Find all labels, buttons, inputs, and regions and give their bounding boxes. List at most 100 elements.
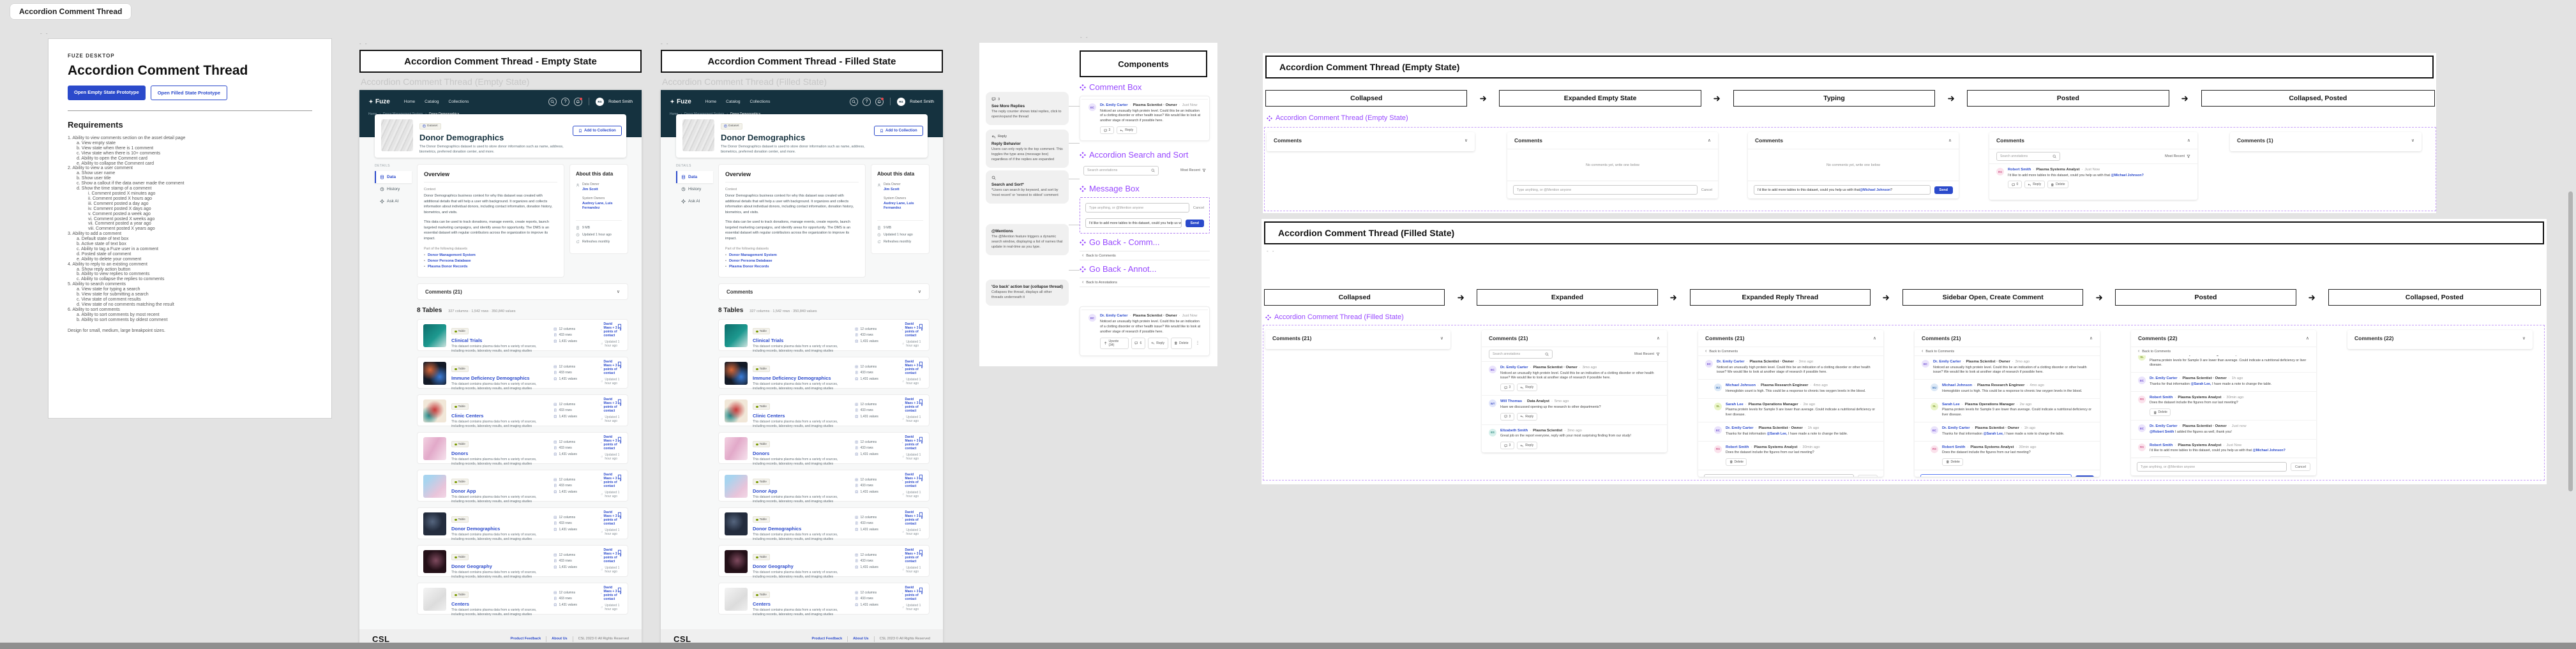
nav-link[interactable]: Home bbox=[404, 100, 415, 104]
message-input[interactable]: Type anything, or @Mention anyone bbox=[1513, 185, 1698, 195]
send-button[interactable]: Send bbox=[1186, 220, 1204, 227]
table-name-link[interactable]: Clinical Trials bbox=[451, 338, 548, 343]
notifications-button[interactable] bbox=[574, 98, 582, 106]
sidebar-item[interactable]: Ask AI bbox=[676, 195, 713, 207]
back-to-comments-bar[interactable]: ‹ Back to Comments bbox=[1080, 251, 1210, 260]
table-name-link[interactable]: Clinic Centers bbox=[451, 413, 548, 419]
bookmark-icon[interactable] bbox=[617, 436, 622, 442]
footer-link[interactable]: Product Feedback bbox=[811, 637, 842, 641]
reply-count-button[interactable]: 3 bbox=[1500, 384, 1514, 391]
sort-control[interactable]: Most Recent bbox=[1634, 352, 1660, 356]
comments-accordion-header[interactable]: Comments (21) ∨ bbox=[417, 283, 628, 300]
sort-control[interactable]: Most Recent bbox=[1180, 168, 1206, 172]
message-input-typed[interactable]: I'd like to add more tables to this data… bbox=[1085, 218, 1182, 228]
sidebar-item[interactable]: Data bbox=[676, 171, 713, 183]
bookmark-icon[interactable] bbox=[617, 474, 622, 480]
comments-accordion-header[interactable]: Comments (1) ∨ bbox=[2230, 132, 2422, 149]
table-card[interactable]: Table Donor App This dataset contains pl… bbox=[718, 470, 930, 502]
table-card[interactable]: Table Donors This dataset contains plasm… bbox=[718, 432, 930, 464]
sidebar-item[interactable]: History bbox=[375, 183, 412, 195]
table-name-link[interactable]: Donor Geography bbox=[753, 563, 850, 569]
message-input-active[interactable] bbox=[1920, 474, 2072, 477]
reply-button[interactable]: Reply bbox=[1517, 384, 1537, 391]
nav-link[interactable]: Collections bbox=[449, 100, 469, 104]
back-to-comments-bar[interactable]: ‹ Back to Comments bbox=[1698, 347, 1883, 355]
comment-author[interactable]: Michael Johnson bbox=[1942, 384, 1972, 387]
comment-author[interactable]: Will Thomas bbox=[1500, 399, 1522, 403]
related-dataset-link[interactable]: Plasma Donor Records bbox=[428, 265, 468, 269]
sidebar-item[interactable]: Ask AI bbox=[375, 195, 412, 207]
footer-link[interactable]: About Us bbox=[853, 637, 868, 641]
data-owner-link[interactable]: Jim Scott bbox=[582, 188, 622, 193]
system-owners-link[interactable]: Audrey Lane, Luis Fernandez bbox=[582, 202, 622, 211]
bookmark-icon[interactable] bbox=[918, 587, 924, 593]
related-dataset-link[interactable]: Donor Persona Database bbox=[729, 259, 772, 263]
table-name-link[interactable]: Donor Demographics bbox=[753, 526, 850, 532]
reply-count-button[interactable]: 3 bbox=[1500, 442, 1514, 449]
table-card[interactable]: Table Donor App This dataset contains pl… bbox=[417, 470, 628, 502]
comment-author[interactable]: Sarah Lee bbox=[1942, 403, 1960, 407]
table-card[interactable]: Table Donor Geography This dataset conta… bbox=[718, 545, 930, 577]
cancel-button[interactable]: Cancel bbox=[1858, 475, 1878, 477]
table-card[interactable]: Table Donor Demographics This dataset co… bbox=[718, 507, 930, 539]
table-card[interactable]: Table Centers This dataset contains plas… bbox=[417, 583, 628, 615]
fuze-logo[interactable]: Fuze bbox=[368, 98, 390, 105]
nav-link[interactable]: Catalog bbox=[425, 100, 439, 104]
bookmark-icon[interactable] bbox=[617, 361, 622, 367]
user-avatar[interactable]: RS bbox=[596, 98, 604, 106]
system-owners-link[interactable]: Audrey Lane, Luis Fernandez bbox=[884, 202, 923, 211]
reply-button[interactable]: Reply bbox=[1117, 126, 1137, 134]
bookmark-icon[interactable] bbox=[918, 361, 924, 367]
comments-accordion-header[interactable]: Comments (22) ∨ bbox=[2347, 330, 2533, 347]
reply-button[interactable]: Reply bbox=[1517, 442, 1537, 449]
more-options-button[interactable]: ⋮ bbox=[1194, 338, 1201, 349]
notifications-button[interactable] bbox=[875, 98, 884, 106]
fuze-logo[interactable]: Fuze bbox=[670, 98, 691, 105]
comment-author[interactable]: Dr. Emily Carter bbox=[2150, 377, 2178, 380]
message-input[interactable]: Type anything, or @Mention anyone bbox=[2137, 462, 2287, 472]
table-name-link[interactable]: Immune Deficiency Demographics bbox=[753, 375, 850, 381]
send-button[interactable]: Send bbox=[2075, 475, 2094, 477]
add-to-collection-button[interactable]: Add to Collection bbox=[874, 126, 923, 136]
table-name-link[interactable]: Donors bbox=[753, 451, 850, 456]
back-to-comments-bar[interactable]: ‹ Back to Comments bbox=[1915, 347, 2100, 355]
delete-button[interactable]: Delete bbox=[1942, 458, 1963, 466]
chevron-down-icon[interactable]: ∨ bbox=[918, 289, 921, 294]
bookmark-icon[interactable] bbox=[918, 436, 924, 442]
back-to-comments-bar[interactable]: ‹ Back to Comments bbox=[2131, 347, 2316, 355]
comments-accordion-header[interactable]: Comments ∧ bbox=[1748, 132, 1959, 149]
table-name-link[interactable]: Immune Deficiency Demographics bbox=[451, 375, 548, 381]
table-card[interactable]: Table Clinic Centers This dataset contai… bbox=[718, 394, 930, 426]
table-card[interactable]: Table Clinic Centers This dataset contai… bbox=[417, 394, 628, 426]
bookmark-icon[interactable] bbox=[918, 512, 924, 518]
user-name[interactable]: Robert Smith bbox=[910, 100, 934, 104]
canvas-page-tab[interactable]: Accordion Comment Thread bbox=[10, 4, 131, 19]
table-card[interactable]: Table Donors This dataset contains plasm… bbox=[417, 432, 628, 464]
comments-accordion-header[interactable]: Comments (21) ∨ bbox=[1265, 330, 1450, 347]
related-dataset-link[interactable]: Donor Management System bbox=[428, 253, 476, 257]
table-card[interactable]: Table Donor Geography This dataset conta… bbox=[417, 545, 628, 577]
comment-author[interactable]: Elizabeth Smith bbox=[1500, 429, 1528, 433]
comment-author[interactable]: Robert Smith bbox=[1942, 445, 1965, 449]
bookmark-icon[interactable] bbox=[918, 549, 924, 555]
footer-link[interactable]: Product Feedback bbox=[510, 637, 541, 641]
related-dataset-link[interactable]: Plasma Donor Records bbox=[729, 265, 769, 269]
help-button[interactable]: ? bbox=[561, 98, 569, 106]
reply-count-button[interactable]: 6 bbox=[1131, 338, 1145, 349]
comment-author[interactable]: Dr. Emily Carter bbox=[1726, 426, 1754, 430]
comments-accordion-header[interactable]: Comments ∨ bbox=[1267, 132, 1475, 149]
comments-accordion-header[interactable]: Comments (22) ∧ bbox=[2131, 330, 2316, 347]
sort-control[interactable]: Most Recent bbox=[2165, 154, 2190, 158]
table-name-link[interactable]: Donor Demographics bbox=[451, 526, 548, 532]
bookmark-icon[interactable] bbox=[617, 512, 622, 518]
table-name-link[interactable]: Centers bbox=[753, 601, 850, 607]
comments-accordion-header[interactable]: Comments (21) ∧ bbox=[1698, 330, 1883, 347]
table-card[interactable]: Table Clinical Trials This dataset conta… bbox=[417, 319, 628, 351]
nav-link[interactable]: Catalog bbox=[726, 100, 740, 104]
table-name-link[interactable]: Donor Geography bbox=[451, 563, 548, 569]
related-dataset-link[interactable]: Donor Persona Database bbox=[428, 259, 471, 263]
comment-author[interactable]: Dr. Emily Carter bbox=[1717, 360, 1745, 364]
footer-link[interactable]: About Us bbox=[552, 637, 567, 641]
message-input[interactable]: Type anything, or @Mention anyone bbox=[1085, 203, 1189, 213]
data-owner-link[interactable]: Jim Scott bbox=[884, 188, 923, 193]
